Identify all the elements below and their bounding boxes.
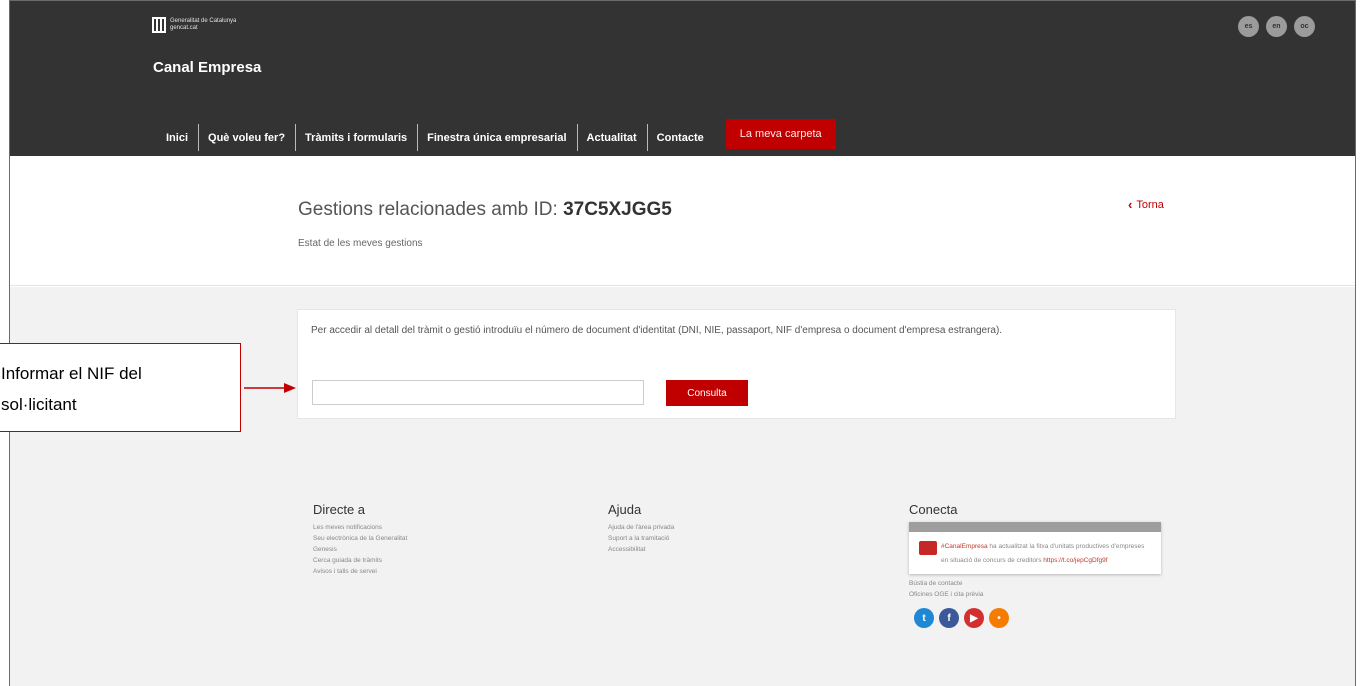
lang-es-button[interactable]: es bbox=[1238, 16, 1259, 37]
site-title[interactable]: Canal Empresa bbox=[153, 59, 261, 76]
annotation-callout: Informar el NIF del sol·licitant bbox=[0, 343, 241, 432]
footer-link[interactable]: Bústia de contacte bbox=[909, 578, 1161, 589]
page-title: Gestions relacionades amb ID: 37C5XJGG5 bbox=[298, 199, 672, 221]
footer-link[interactable]: Accessibilitat bbox=[608, 544, 674, 555]
nav-contacte[interactable]: Contacte bbox=[646, 119, 714, 156]
facebook-icon[interactable]: f bbox=[939, 608, 959, 628]
back-link[interactable]: ‹ Torna bbox=[1128, 197, 1164, 212]
gencat-bars-icon bbox=[152, 17, 166, 33]
page-subtitle: Estat de les meves gestions bbox=[298, 238, 423, 249]
footer-conecta: Conecta #CanalEmpresa ha actualitzat la … bbox=[909, 502, 1161, 628]
logo-text-line1: Generalitat de Catalunya bbox=[170, 18, 237, 24]
annotation-line1: Informar el NIF del bbox=[1, 364, 142, 383]
footer-link[interactable]: Avisos i talls de servei bbox=[313, 566, 407, 577]
logo-text-line2: gencat.cat bbox=[170, 25, 198, 31]
main-nav: Inici Què voleu fer? Tràmits i formulari… bbox=[156, 119, 836, 156]
canal-empresa-logo-icon bbox=[919, 541, 937, 555]
footer-link[interactable]: Suport a la tramitació bbox=[608, 533, 674, 544]
footer-link[interactable]: Genesis bbox=[313, 544, 407, 555]
nav-actualitat[interactable]: Actualitat bbox=[576, 119, 647, 156]
social-links: t f ▶ • bbox=[914, 608, 1161, 628]
nav-la-meva-carpeta[interactable]: La meva carpeta bbox=[725, 119, 836, 149]
language-switcher: es en oc bbox=[1238, 16, 1315, 37]
footer-link[interactable]: Les meves notificacions bbox=[313, 522, 407, 533]
footer-ajuda: Ajuda Ajuda de l'àrea privada Suport a l… bbox=[608, 502, 674, 555]
footer-link[interactable]: Oficines OGE i cita prèvia bbox=[909, 589, 1161, 600]
lang-en-button[interactable]: en bbox=[1266, 16, 1287, 37]
footer-ajuda-title: Ajuda bbox=[608, 502, 642, 517]
nav-finestra-unica[interactable]: Finestra única empresarial bbox=[417, 119, 576, 156]
consulta-button[interactable]: Consulta bbox=[666, 380, 748, 406]
footer-link[interactable]: Ajuda de l'àrea privada bbox=[608, 522, 674, 533]
tweet-link[interactable]: https://t.co/jepCgDfg9f bbox=[1043, 557, 1107, 564]
annotation-line2: sol·licitant bbox=[1, 395, 77, 414]
footer-link[interactable]: Cerca guiada de tràmits bbox=[313, 555, 407, 566]
footer-link[interactable]: Seu electrònica de la Generalitat bbox=[313, 533, 407, 544]
nav-que-voleu-fer[interactable]: Què voleu fer? bbox=[198, 119, 295, 156]
annotation-arrow-icon bbox=[244, 383, 296, 393]
nav-inici[interactable]: Inici bbox=[156, 119, 198, 156]
nav-tramits-formularis[interactable]: Tràmits i formularis bbox=[295, 119, 417, 156]
tweet-hashtag[interactable]: #CanalEmpresa bbox=[941, 543, 988, 550]
back-link-label: Torna bbox=[1136, 198, 1164, 211]
lang-oc-button[interactable]: oc bbox=[1294, 16, 1315, 37]
query-instructions: Per accedir al detall del tràmit o gesti… bbox=[311, 325, 1003, 336]
chevron-left-icon: ‹ bbox=[1128, 197, 1133, 212]
youtube-icon[interactable]: ▶ bbox=[964, 608, 984, 628]
gestio-id: 37C5XJGG5 bbox=[563, 199, 672, 220]
site-header: Generalitat de Catalunya gencat.cat Cana… bbox=[10, 1, 1355, 156]
query-panel: Per accedir al detall del tràmit o gesti… bbox=[297, 309, 1176, 419]
tweet-card[interactable]: #CanalEmpresa ha actualitzat la fitxa d'… bbox=[909, 522, 1161, 574]
footer-directe: Directe a Les meves notificacions Seu el… bbox=[313, 502, 407, 577]
title-section: Gestions relacionades amb ID: 37C5XJGG5 … bbox=[10, 156, 1355, 286]
footer-conecta-title: Conecta bbox=[909, 502, 958, 517]
page-title-prefix: Gestions relacionades amb ID: bbox=[298, 199, 558, 220]
footer-directe-title: Directe a bbox=[313, 502, 366, 517]
gencat-logo[interactable]: Generalitat de Catalunya gencat.cat bbox=[152, 17, 236, 33]
nif-input[interactable] bbox=[312, 380, 644, 405]
rss-icon[interactable]: • bbox=[989, 608, 1009, 628]
twitter-icon[interactable]: t bbox=[914, 608, 934, 628]
